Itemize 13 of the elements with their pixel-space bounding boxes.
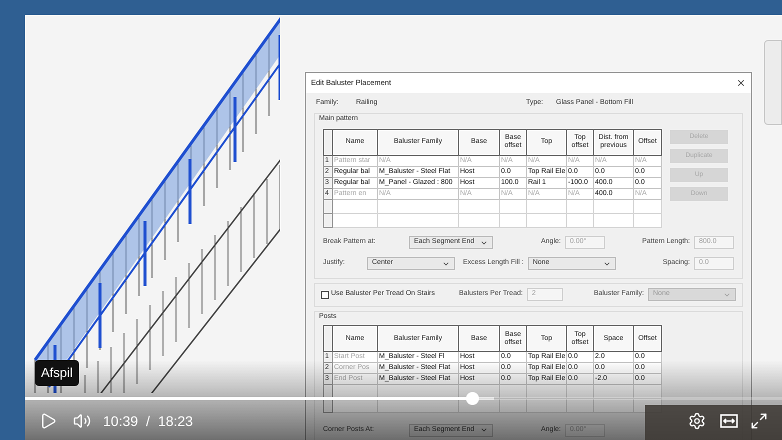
- time-separator: /: [146, 412, 150, 430]
- fullscreen-icon[interactable]: [750, 412, 768, 430]
- close-icon[interactable]: [736, 78, 746, 88]
- total-time: 18:23: [158, 412, 193, 430]
- current-time: 10:39: [103, 412, 138, 430]
- volume-icon[interactable]: [73, 412, 91, 430]
- checkbox[interactable]: [321, 290, 329, 298]
- settings-icon[interactable]: [688, 412, 706, 430]
- chevron-icon: [480, 426, 488, 434]
- tooltip: Afspil: [35, 360, 79, 386]
- play-icon[interactable]: [39, 412, 57, 430]
- progress-track[interactable]: [25, 392, 782, 405]
- wide-mode-icon[interactable]: [720, 414, 738, 428]
